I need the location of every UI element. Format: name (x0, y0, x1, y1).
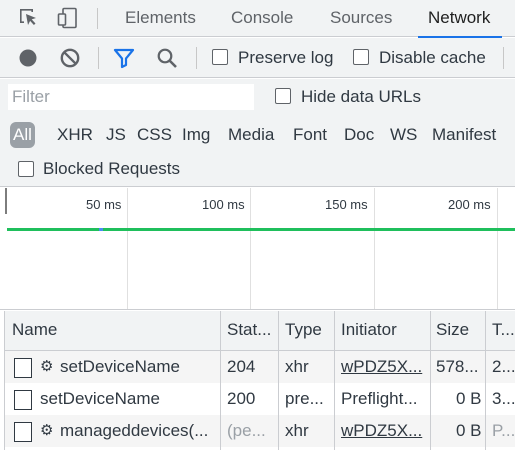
disable-cache-checkbox[interactable] (353, 49, 369, 65)
request-status: 200 (227, 389, 256, 408)
table-row[interactable]: setDeviceName 200 pre... Preflight... 0 … (5, 383, 515, 415)
column-header-time[interactable]: T... (492, 311, 515, 351)
gear-icon: ⚙ (40, 422, 54, 439)
column-divider[interactable] (485, 311, 486, 450)
request-size: 0 B (456, 389, 482, 408)
network-toolbar: Preserve log Disable cache (0, 38, 515, 78)
hide-data-urls-label: Hide data URLs (301, 87, 422, 106)
disable-cache-label: Disable cache (379, 48, 486, 67)
request-status: 204 (227, 357, 256, 376)
type-filter-xhr[interactable]: XHR (57, 122, 93, 148)
request-size: 0 B (456, 421, 482, 440)
filter-bar: Hide data URLs All XHR JS CSS Img Media … (0, 79, 515, 187)
column-header-status[interactable]: Stat... (227, 311, 277, 351)
timeline-dom-marker (99, 228, 103, 231)
preserve-log-checkbox[interactable] (212, 49, 228, 65)
row-checkbox[interactable] (14, 358, 32, 378)
row-checkbox[interactable] (14, 422, 32, 442)
column-divider[interactable] (430, 311, 431, 450)
type-filter-css[interactable]: CSS (137, 122, 172, 148)
column-header-name[interactable]: Name (12, 311, 217, 351)
table-row[interactable]: ⚙ manageddevices(... (pe... xhr wPDZ5X..… (5, 415, 515, 447)
tick-label: 200 ms (448, 197, 491, 212)
row-checkbox[interactable] (14, 390, 32, 410)
preserve-log-label: Preserve log (238, 48, 334, 67)
column-header-size[interactable]: Size (436, 311, 481, 351)
request-type: xhr (285, 421, 309, 440)
type-filter-js[interactable]: JS (106, 122, 126, 148)
tick-label: 50 ms (86, 197, 122, 212)
request-time: P... (492, 421, 515, 440)
type-filter-doc[interactable]: Doc (344, 122, 374, 148)
request-initiator-link[interactable]: wPDZ5X... (341, 351, 431, 383)
tab-sources[interactable]: Sources (330, 0, 392, 37)
grid-line (374, 188, 375, 309)
table-header: Name Stat... Type Initiator Size T... (5, 311, 515, 351)
overview-left-handle[interactable] (5, 188, 7, 214)
grid-line (127, 188, 128, 309)
request-time: 3... (492, 389, 515, 408)
request-type: xhr (285, 357, 309, 376)
divider (98, 47, 99, 69)
tab-network[interactable]: Network (417, 0, 503, 38)
grid-line (250, 188, 251, 309)
filter-icon[interactable] (111, 45, 137, 71)
tab-console[interactable]: Console (231, 0, 293, 37)
request-name: manageddevices(... (60, 421, 209, 440)
type-filter-ws[interactable]: WS (390, 122, 417, 148)
hide-data-urls-checkbox[interactable] (275, 88, 291, 104)
blocked-requests-checkbox[interactable] (18, 161, 34, 177)
timeline-bar (7, 228, 515, 231)
clear-icon[interactable] (57, 45, 83, 71)
requests-table: Name Stat... Type Initiator Size T... ⚙ … (4, 311, 515, 450)
request-name: setDeviceName (40, 389, 160, 408)
inspect-element-icon[interactable] (15, 5, 43, 31)
type-filter-manifest[interactable]: Manifest (432, 122, 496, 148)
type-filter-img[interactable]: Img (182, 122, 210, 148)
divider (196, 47, 197, 69)
gear-icon: ⚙ (40, 358, 54, 375)
request-initiator: Preflight... (341, 389, 418, 408)
record-icon[interactable] (15, 45, 41, 71)
network-overview[interactable]: 50 ms 100 ms 150 ms 200 ms (0, 188, 515, 310)
request-name: setDeviceName (60, 357, 180, 376)
column-divider[interactable] (334, 311, 335, 450)
tab-elements[interactable]: Elements (125, 0, 196, 37)
blocked-requests-label: Blocked Requests (43, 159, 181, 178)
type-filter-font[interactable]: Font (293, 122, 327, 148)
filter-input[interactable] (8, 84, 254, 110)
column-divider[interactable] (220, 311, 221, 450)
devtools-tab-bar: Elements Console Sources Network (0, 0, 515, 38)
request-initiator-link[interactable]: wPDZ5X... (341, 415, 431, 447)
request-type: pre... (285, 389, 324, 408)
column-header-type[interactable]: Type (285, 311, 335, 351)
column-divider[interactable] (278, 311, 279, 450)
tick-label: 150 ms (325, 197, 368, 212)
request-status: (pe... (227, 421, 266, 440)
grid-line (497, 188, 498, 309)
request-time: 2... (492, 357, 515, 376)
request-size: 578... (436, 357, 479, 376)
table-row[interactable]: ⚙ setDeviceName 204 xhr wPDZ5X... 578...… (5, 351, 515, 383)
type-filter-all[interactable]: All (10, 122, 35, 148)
tick-label: 100 ms (202, 197, 245, 212)
divider (503, 47, 504, 69)
device-toolbar-icon[interactable] (54, 5, 82, 31)
search-icon[interactable] (154, 45, 180, 71)
divider (97, 8, 98, 29)
column-header-initiator[interactable]: Initiator (341, 311, 429, 351)
type-filter-media[interactable]: Media (228, 122, 274, 148)
